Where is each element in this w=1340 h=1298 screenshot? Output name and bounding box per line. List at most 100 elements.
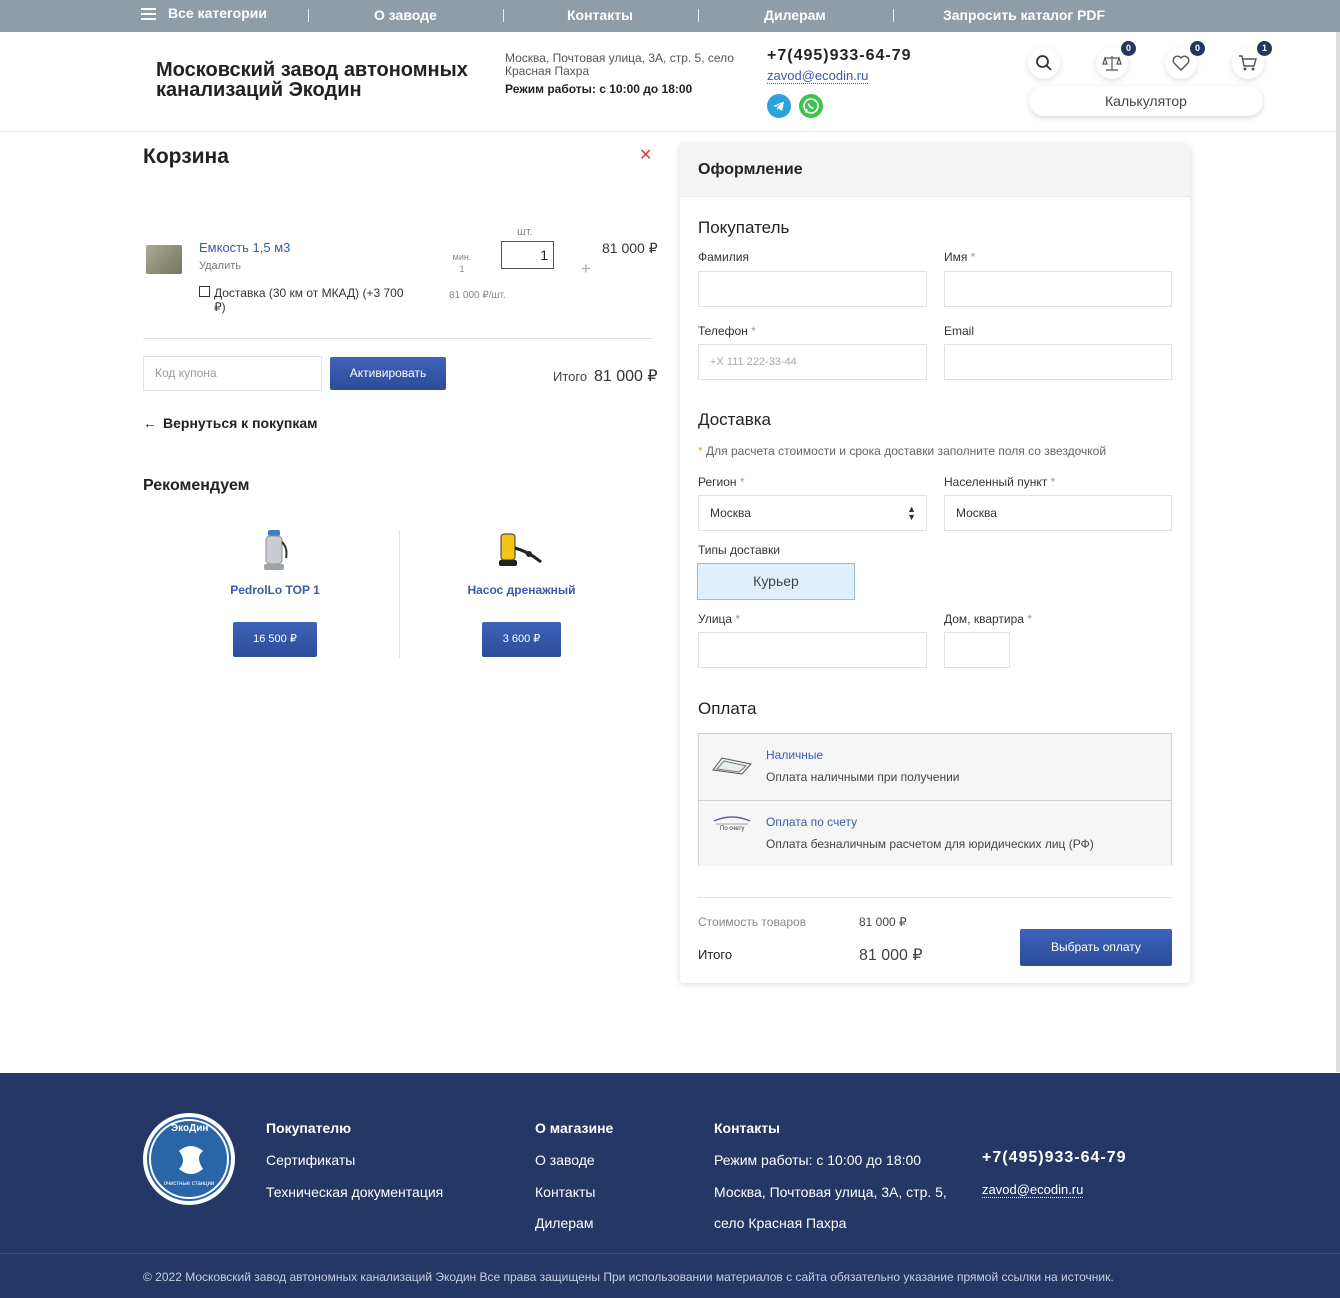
city-field[interactable]: Москва (944, 495, 1172, 531)
telegram-icon[interactable] (767, 94, 791, 118)
nav-item-about[interactable]: О заводе (374, 7, 437, 23)
recommend-item-name[interactable]: Насос дренажный (459, 583, 584, 597)
back-label: Вернуться к покупкам (163, 415, 318, 431)
required-marker: * (732, 612, 741, 626)
scrollbar[interactable] (1336, 32, 1340, 1072)
nav-divider (698, 9, 699, 22)
footer-logo[interactable]: ЭкоДин очистные станции (143, 1113, 235, 1205)
cart-icon[interactable]: 1 (1232, 41, 1272, 79)
courier-option[interactable]: Курьер (697, 563, 855, 600)
coupon-input[interactable]: Код купона (143, 356, 322, 391)
remove-item-link[interactable]: Удалить (199, 260, 241, 272)
checkout-total-label: Итого (698, 947, 733, 962)
footer-email[interactable]: zavod@ecodin.ru (982, 1182, 1084, 1198)
footer-link-about[interactable]: О заводе (535, 1152, 595, 1168)
drainage-pump-image[interactable] (499, 530, 543, 570)
nav-item-contacts[interactable]: Контакты (567, 7, 633, 23)
top-navigation: Все категории О заводе Контакты Дилерам … (0, 0, 1340, 32)
price-per-unit: 81 000 ₽/шт. (449, 290, 506, 301)
nav-item-catalog-pdf[interactable]: Запросить каталог PDF (943, 7, 1105, 23)
all-categories-link[interactable]: Все категории (168, 5, 267, 21)
required-marker: * (747, 324, 756, 338)
checkout-panel: Оформление Покупатель Фамилия Имя * Теле… (680, 145, 1190, 983)
payment-section-title: Оплата (698, 699, 757, 718)
company-name[interactable]: Московский завод автономных канализаций … (156, 60, 486, 100)
recommend-item-name[interactable]: PedrolLo TOP 1 (225, 583, 325, 597)
menu-icon[interactable] (141, 8, 156, 20)
recommend-price-button[interactable]: 3 600 ₽ (482, 622, 561, 657)
footer-store-title: О магазине (535, 1120, 614, 1136)
search-icon[interactable] (1028, 47, 1060, 79)
checkout-title: Оформление (698, 161, 803, 178)
whatsapp-icon[interactable] (799, 94, 823, 118)
delivery-option-label[interactable]: Доставка (30 км от МКАД) (+3 700 ₽) (214, 286, 409, 314)
cart-title: Корзина (143, 145, 229, 168)
logo-text: ЭкоДин (171, 1123, 209, 1134)
street-label: Улица * (698, 612, 740, 626)
house-field[interactable] (944, 632, 1010, 668)
surname-label: Фамилия (698, 250, 749, 264)
heart-icon[interactable]: 0 (1165, 41, 1205, 79)
region-select[interactable]: Москва ▲ ▼ (698, 495, 927, 531)
delivery-types-label: Типы доставки (698, 543, 781, 557)
arrow-left-icon: ← (143, 415, 157, 431)
phone-field[interactable]: +X 111 222-33-44 (698, 344, 927, 380)
qty-increase-button[interactable]: + (581, 259, 591, 279)
calculator-button[interactable]: Калькулятор (1029, 86, 1263, 116)
goods-cost-value: 81 000 ₽ (859, 915, 907, 929)
line-price: 81 000 ₽ (602, 240, 658, 256)
payment-options: Наличные Оплата наличными при получении … (698, 733, 1172, 866)
product-image[interactable] (146, 245, 182, 274)
footer-link-certificates[interactable]: Сертификаты (266, 1152, 355, 1168)
payment-option-invoice[interactable]: По счету Оплата по счету Оплата безналич… (699, 800, 1171, 866)
street-field[interactable] (698, 632, 927, 668)
select-arrows-icon: ▲ ▼ (907, 504, 916, 522)
header-phone[interactable]: +7(495)933-64-79 (767, 47, 912, 65)
payment-name: Наличные (766, 748, 824, 762)
header-address: Москва, Почтовая улица, 3А, стр. 5, село… (505, 51, 734, 78)
recommend-price-button[interactable]: 16 500 ₽ (233, 622, 317, 657)
payment-name: Оплата по счету (766, 815, 858, 829)
pump-image[interactable] (260, 530, 290, 572)
email-label: Email (944, 324, 975, 338)
qty-unit: шт. (517, 226, 533, 238)
footer-divider (0, 1253, 1340, 1254)
name-label-text: Имя (944, 250, 968, 264)
checkout-header: Оформление (680, 145, 1190, 197)
footer-link-dealers[interactable]: Дилерам (535, 1215, 593, 1231)
name-field[interactable] (944, 271, 1172, 307)
surname-field[interactable] (698, 271, 927, 307)
choose-payment-button[interactable]: Выбрать оплату (1020, 929, 1172, 966)
quantity-input[interactable]: 1 (501, 241, 554, 269)
required-marker: * (1047, 475, 1056, 489)
house-label: Дом, квартира * (944, 612, 1032, 626)
header-email[interactable]: zavod@ecodin.ru (767, 68, 869, 84)
cart-total-value: 81 000 ₽ (594, 368, 658, 385)
asterisk: * (698, 444, 707, 458)
clear-cart-icon[interactable]: ✕ (639, 145, 652, 165)
divider (143, 338, 653, 339)
payment-option-cash[interactable]: Наличные Оплата наличными при получении (699, 734, 1171, 800)
divider (399, 530, 400, 658)
back-to-shopping-link[interactable]: ← Вернуться к покупкам (143, 415, 317, 431)
payment-desc: Оплата безналичным расчетом для юридичес… (766, 837, 1094, 851)
house-label-text: Дом, квартира (944, 612, 1024, 626)
compare-icon[interactable]: 0 (1096, 41, 1136, 79)
compare-count-badge: 0 (1121, 41, 1136, 56)
region-value: Москва (710, 506, 751, 520)
goods-cost-label: Стоимость товаров (698, 915, 807, 929)
divider (698, 897, 1172, 898)
footer-phone[interactable]: +7(495)933-64-79 (982, 1149, 1127, 1167)
footer-link-tech-docs[interactable]: Техническая документация (266, 1184, 443, 1200)
region-label-text: Регион (698, 475, 737, 489)
footer-link-contacts[interactable]: Контакты (535, 1184, 595, 1200)
nav-item-dealers[interactable]: Дилерам (764, 7, 826, 23)
site-footer: ЭкоДин очистные станции Покупателю Серти… (0, 1073, 1340, 1298)
delivery-checkbox[interactable] (199, 286, 210, 297)
product-name-link[interactable]: Емкость 1,5 м3 (199, 240, 290, 255)
email-field[interactable] (944, 344, 1172, 380)
activate-coupon-button[interactable]: Активировать (330, 357, 446, 390)
required-marker: * (967, 250, 976, 264)
name-label: Имя * (944, 250, 975, 264)
cart-total-label: Итого (553, 369, 588, 384)
